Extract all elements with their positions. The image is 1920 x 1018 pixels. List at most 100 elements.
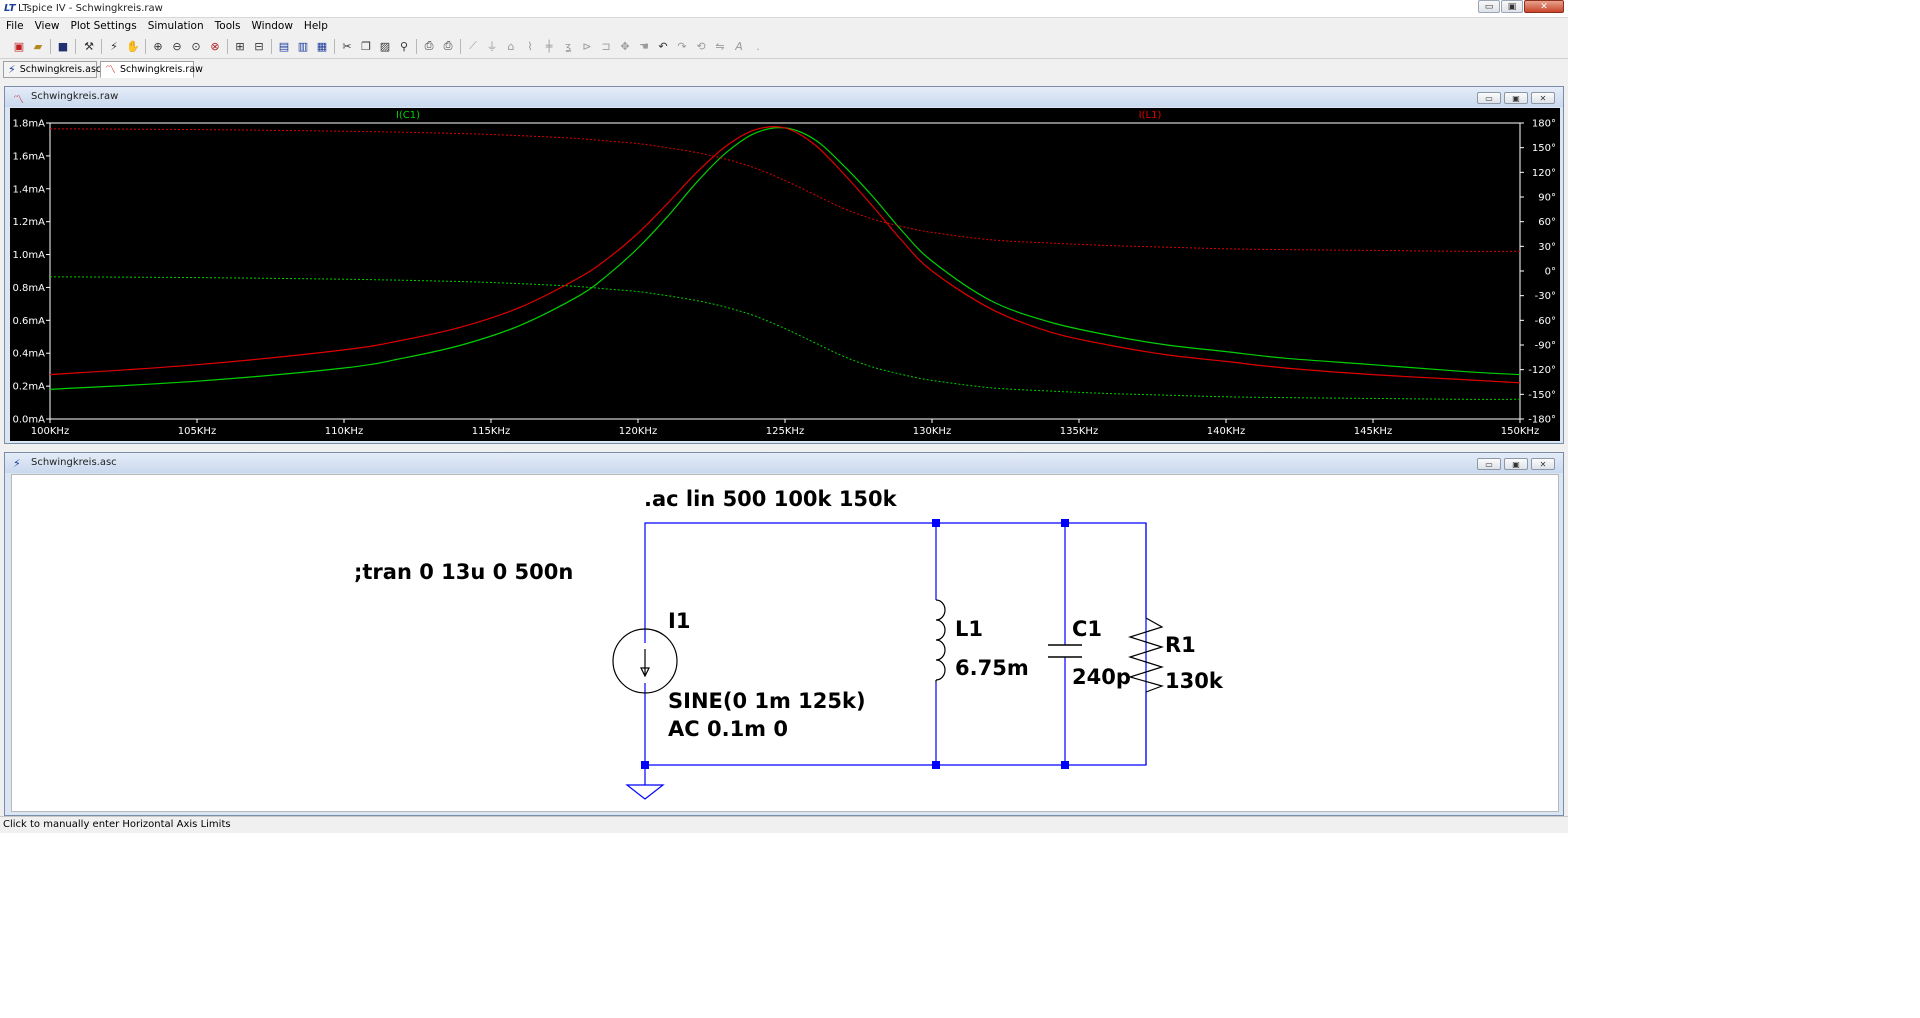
wires[interactable] [644, 522, 1147, 785]
undo-icon[interactable]: ↶ [655, 38, 671, 54]
x-tick-label[interactable]: 145KHz [1354, 426, 1392, 437]
save-icon[interactable]: ■ [55, 38, 71, 54]
y2-tick-label[interactable]: -180° [1528, 415, 1556, 426]
y2-tick-label[interactable]: -150° [1528, 390, 1556, 401]
control-panel-icon[interactable]: ⚒ [81, 38, 97, 54]
label-net-icon[interactable]: ⌂ [503, 38, 519, 54]
close-button[interactable]: ✕ [1524, 0, 1564, 13]
y-tick-label[interactable]: 0.2mA [13, 382, 46, 393]
maximize-button[interactable]: ▣ [1501, 0, 1523, 13]
tab-schwingkreis-asc[interactable]: ⚡ Schwingkreis.asc [3, 61, 101, 78]
restore-button[interactable]: ▣ [1504, 458, 1528, 470]
menu-window[interactable]: Window [246, 20, 298, 32]
close-button[interactable]: ✕ [1531, 458, 1555, 470]
x-tick-label[interactable]: 110KHz [325, 426, 363, 437]
trace-label-ic1[interactable]: I(C1) [396, 110, 420, 121]
cut-icon[interactable]: ✂ [339, 38, 355, 54]
capacitor-c1[interactable] [1048, 644, 1082, 658]
y2-tick-label[interactable]: 30° [1538, 242, 1556, 253]
l1-ref[interactable]: L1 [955, 617, 983, 641]
resistor-icon[interactable]: ⌇ [522, 38, 538, 54]
menu-file[interactable]: File [0, 20, 29, 32]
zoom-out-icon[interactable]: ⊖ [169, 38, 185, 54]
spice-directive-icon[interactable]: . [750, 38, 766, 54]
x-tick-label[interactable]: 135KHz [1060, 426, 1098, 437]
x-tick-label[interactable]: 115KHz [472, 426, 510, 437]
c1-ref[interactable]: C1 [1072, 617, 1102, 641]
schematic-canvas[interactable]: .ac lin 500 100k 150k ;tran 0 13u 0 500n… [11, 474, 1559, 812]
run-icon[interactable]: ⚡ [106, 38, 122, 54]
c1-value[interactable]: 240p [1072, 665, 1131, 689]
menu-tools[interactable]: Tools [209, 20, 246, 32]
rotate-icon[interactable]: ⟲ [693, 38, 709, 54]
paste-icon[interactable]: ▨ [377, 38, 393, 54]
y2-tick-label[interactable]: -120° [1528, 365, 1556, 376]
y-tick-label[interactable]: 1.0mA [13, 250, 46, 261]
tile-horizontal-icon[interactable]: ▤ [276, 38, 292, 54]
y-tick-label[interactable]: 0.8mA [13, 283, 46, 294]
menu-simulation[interactable]: Simulation [142, 20, 209, 32]
print-setup-icon[interactable]: ⎙ [421, 38, 437, 54]
close-button[interactable]: ✕ [1531, 92, 1555, 104]
i1-value-ac[interactable]: AC 0.1m 0 [668, 717, 788, 741]
x-tick-label[interactable]: 140KHz [1207, 426, 1245, 437]
open-icon[interactable]: ▰ [30, 38, 46, 54]
zoom-cancel-icon[interactable]: ⊗ [207, 38, 223, 54]
y2-tick-label[interactable]: 150° [1532, 143, 1556, 154]
tab-schwingkreis-raw[interactable]: 〽 Schwingkreis.raw [100, 61, 203, 78]
tran-directive[interactable]: ;tran 0 13u 0 500n [354, 560, 573, 584]
mirror-icon[interactable]: ⇋ [712, 38, 728, 54]
copy-icon[interactable]: ❐ [358, 38, 374, 54]
mark-icon[interactable]: ⊟ [251, 38, 267, 54]
menu-help[interactable]: Help [298, 20, 333, 32]
halt-icon[interactable]: ✋ [125, 38, 141, 54]
y2-tick-label[interactable]: 120° [1532, 168, 1556, 179]
y-tick-label[interactable]: 1.8mA [13, 119, 46, 130]
y2-tick-label[interactable]: 90° [1538, 193, 1556, 204]
y2-tick-label[interactable]: -90° [1535, 341, 1556, 352]
diode-icon[interactable]: ⊳ [579, 38, 595, 54]
text-icon[interactable]: A [731, 38, 747, 54]
x-tick-label[interactable]: 125KHz [766, 426, 804, 437]
x-tick-label[interactable]: 100KHz [31, 426, 69, 437]
trace-label-il1[interactable]: I(L1) [1139, 110, 1162, 121]
y-tick-label[interactable]: 1.6mA [13, 151, 46, 162]
r1-ref[interactable]: R1 [1165, 633, 1196, 657]
y-tick-label[interactable]: 1.2mA [13, 217, 46, 228]
autorange-icon[interactable]: ⊞ [232, 38, 248, 54]
find-icon[interactable]: ⚲ [396, 38, 412, 54]
redo-icon[interactable]: ↷ [674, 38, 690, 54]
y2-tick-label[interactable]: -30° [1535, 291, 1556, 302]
ground-symbol[interactable] [625, 784, 665, 800]
y-tick-label[interactable]: 0.4mA [13, 349, 46, 360]
inductor-icon[interactable]: ʓ [560, 38, 576, 54]
menu-plot-settings[interactable]: Plot Settings [65, 20, 142, 32]
y-tick-label[interactable]: 0.0mA [13, 415, 46, 426]
ground-icon[interactable]: ⏚ [484, 38, 500, 54]
wire-icon[interactable]: ⟋ [465, 38, 481, 54]
l1-value[interactable]: 6.75m [955, 656, 1029, 680]
y2-tick-label[interactable]: 0° [1545, 267, 1556, 278]
y2-tick-label[interactable]: 60° [1538, 217, 1556, 228]
y2-tick-label[interactable]: 180° [1532, 119, 1556, 130]
r1-value[interactable]: 130k [1165, 669, 1224, 693]
x-tick-label[interactable]: 150KHz [1501, 426, 1539, 437]
i1-value-sine[interactable]: SINE(0 1m 125k) [668, 689, 866, 713]
i1-ref[interactable]: I1 [668, 609, 690, 633]
zoom-fit-icon[interactable]: ⊙ [188, 38, 204, 54]
capacitor-icon[interactable]: ╪ [541, 38, 557, 54]
cascade-icon[interactable]: ▦ [314, 38, 330, 54]
x-tick-label[interactable]: 130KHz [913, 426, 951, 437]
x-tick-label[interactable]: 105KHz [178, 426, 216, 437]
minimize-button[interactable]: ▭ [1477, 92, 1501, 104]
inductor-l1[interactable] [935, 599, 946, 682]
y-tick-label[interactable]: 1.4mA [13, 184, 46, 195]
restore-button[interactable]: ▣ [1504, 92, 1528, 104]
component-icon[interactable]: ⊐ [598, 38, 614, 54]
move-icon[interactable]: ✥ [617, 38, 633, 54]
y2-tick-label[interactable]: -60° [1535, 316, 1556, 327]
new-schematic-icon[interactable]: ▣ [11, 38, 27, 54]
ac-directive[interactable]: .ac lin 500 100k 150k [644, 487, 898, 511]
x-tick-label[interactable]: 120KHz [619, 426, 657, 437]
y-tick-label[interactable]: 0.6mA [13, 316, 46, 327]
